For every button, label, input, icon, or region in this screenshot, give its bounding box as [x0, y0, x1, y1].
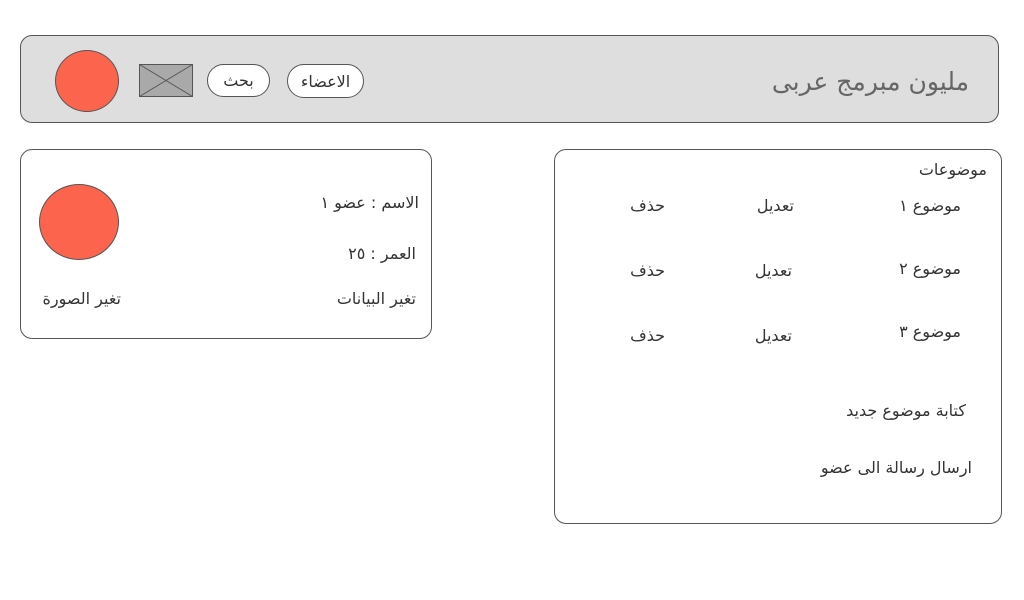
- search-button[interactable]: بحث: [207, 64, 270, 97]
- topics-heading: موضوعات: [918, 160, 987, 179]
- topic-edit-link[interactable]: تعديل: [757, 195, 794, 217]
- topic-delete-link[interactable]: حذف: [630, 325, 665, 347]
- profile-name: الاسم : عضو ١: [320, 193, 419, 212]
- change-photo-link[interactable]: تغير الصورة: [43, 288, 121, 310]
- topic-title: موضوع ٢: [899, 259, 961, 278]
- topic-title: موضوع ١: [899, 196, 961, 215]
- new-topic-link[interactable]: كتابة موضوع جديد: [846, 400, 966, 422]
- profile-photo-icon: [39, 184, 119, 260]
- send-message-link[interactable]: ارسال رسالة الى عضو: [821, 457, 972, 479]
- image-placeholder-icon: [139, 64, 193, 97]
- app-title: مليون مبرمج عربى: [771, 67, 969, 96]
- topic-edit-link[interactable]: تعديل: [755, 260, 792, 282]
- topic-edit-link[interactable]: تعديل: [755, 325, 792, 347]
- topic-delete-link[interactable]: حذف: [630, 260, 665, 282]
- profile-age: العمر : ٢٥: [348, 244, 416, 263]
- edit-data-link[interactable]: تغير البيانات: [337, 288, 416, 310]
- members-button[interactable]: الاعضاء: [287, 64, 364, 98]
- user-avatar-icon[interactable]: [55, 50, 119, 112]
- topic-title: موضوع ٣: [899, 322, 961, 341]
- topic-delete-link[interactable]: حذف: [630, 195, 665, 217]
